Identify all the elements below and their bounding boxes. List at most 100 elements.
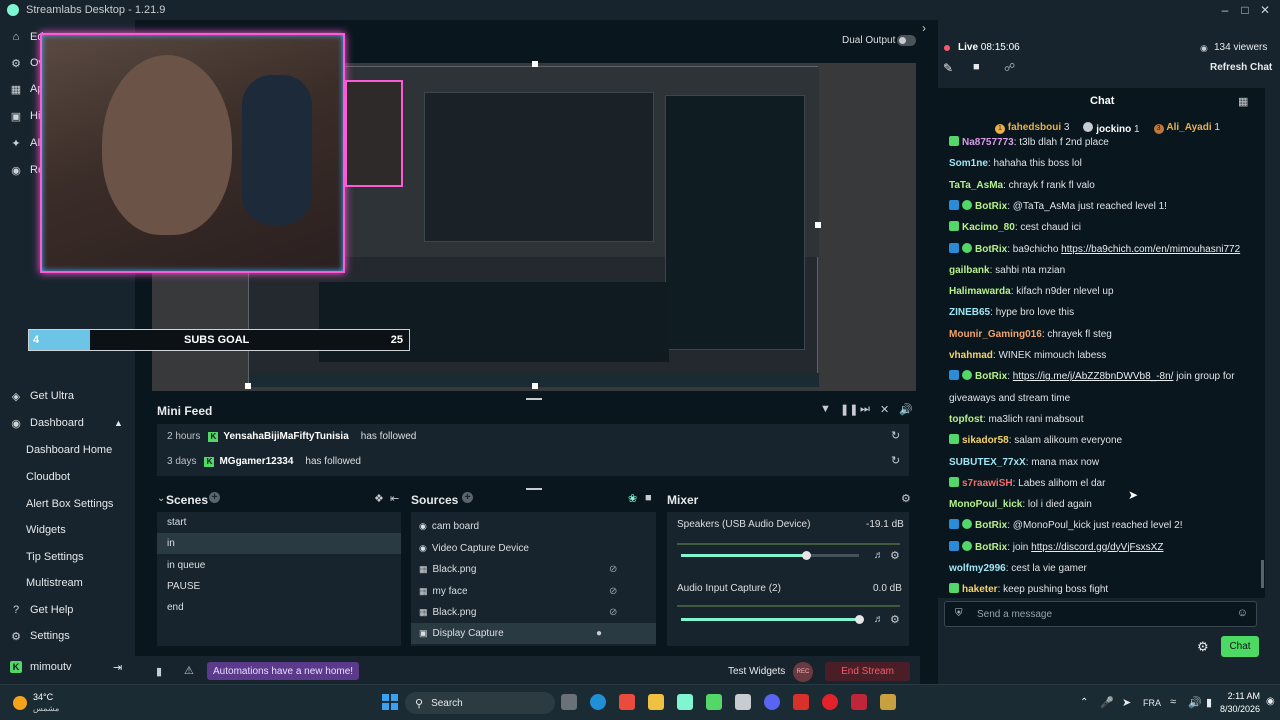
refresh-chat-button[interactable]: Refresh Chat (1210, 62, 1272, 73)
add-scene-button[interactable]: + (209, 492, 220, 503)
end-stream-button[interactable]: End Stream (825, 662, 910, 681)
chat-username[interactable]: BotRix (975, 244, 1007, 255)
microphone-icon[interactable]: 🎤 (1100, 696, 1114, 709)
resize-handle[interactable] (526, 488, 542, 490)
hidden-eye-icon[interactable]: ⊘ (609, 586, 617, 597)
chat-username[interactable]: TaTa_AsMa (949, 180, 1003, 191)
collapse-icon[interactable]: ⌄ (157, 493, 165, 504)
emoji-icon[interactable]: ☺ (1237, 607, 1248, 619)
chat-input[interactable]: Send a message (977, 609, 1052, 620)
chevron-up-icon[interactable]: ⌃ (1080, 697, 1088, 708)
volume-icon[interactable]: 🔊 (1188, 696, 1202, 709)
source-item[interactable]: ◉ Video Capture Device (411, 538, 656, 559)
volume-slider-knob[interactable] (801, 551, 811, 560)
sidebar-item-dashboard[interactable]: ◉ Dashboard ▲ (0, 412, 135, 434)
automations-banner[interactable]: Automations have a new home! (207, 662, 360, 680)
chat-username[interactable]: wolfmy2996 (949, 563, 1006, 574)
app-icon[interactable] (851, 694, 867, 710)
streamlabs-icon[interactable] (677, 694, 693, 710)
chat-link[interactable]: https://ig.me/j/AbZZ8bnDWVb8_-8n/ (1013, 371, 1174, 382)
opera-icon[interactable] (822, 694, 838, 710)
folder-icon[interactable]: ■ (645, 492, 652, 504)
maximize-button[interactable]: □ (1235, 2, 1255, 18)
minimize-button[interactable]: – (1215, 2, 1235, 18)
scene-item[interactable]: start (157, 512, 401, 533)
skip-icon[interactable]: ⏭ (860, 403, 870, 416)
resize-handle[interactable] (526, 398, 542, 400)
edit-icon[interactable]: ✎ (943, 61, 953, 75)
volume-slider-knob[interactable] (855, 615, 864, 624)
chat-input-box[interactable]: ⛨ Send a message ☺ (944, 601, 1257, 627)
filter-icon[interactable]: ▼ (820, 403, 831, 415)
chat-username[interactable]: Mounir_Gaming016 (949, 329, 1042, 340)
clock-date[interactable]: 8/30/2026 (1210, 704, 1260, 714)
scene-item-selected[interactable]: in (157, 533, 401, 554)
sidebar-item-widgets[interactable]: Widgets (0, 519, 135, 541)
chat-username[interactable]: Halimawarda (949, 286, 1011, 297)
chatgpt-icon[interactable] (735, 694, 751, 710)
chat-username[interactable]: Kacimo_80 (962, 222, 1015, 233)
chat-username[interactable]: BotRix (975, 542, 1007, 553)
store-icon[interactable] (619, 694, 635, 710)
scene-item[interactable]: PAUSE (157, 576, 401, 597)
kick-app-icon[interactable] (706, 694, 722, 710)
webcam-overlay[interactable] (40, 33, 345, 273)
share-icon[interactable]: ☍ (1004, 61, 1015, 74)
chevron-up-icon[interactable]: ▲ (114, 418, 123, 428)
chat-username[interactable]: ZINEB65 (949, 307, 990, 318)
chat-username[interactable]: sikador58 (962, 435, 1009, 446)
weather-temp[interactable]: 34°C (33, 692, 53, 702)
chat-username[interactable]: BotRix (975, 520, 1007, 531)
mixer-settings-icon[interactable]: ⚙ (901, 492, 911, 505)
send-chat-button[interactable]: Chat (1221, 636, 1259, 657)
task-view-icon[interactable] (561, 694, 577, 710)
windows-start-icon[interactable] (382, 694, 398, 710)
language-indicator[interactable]: FRA (1143, 698, 1161, 708)
add-source-button[interactable]: + (462, 492, 473, 503)
discord-icon[interactable] (764, 694, 780, 710)
pause-icon[interactable]: ❚❚ (840, 403, 858, 416)
lock-icon[interactable]: ● (596, 628, 602, 639)
wifi-icon[interactable]: ≈ (1170, 696, 1176, 708)
close-button[interactable]: ✕ (1255, 2, 1275, 18)
scene-item[interactable]: in queue (157, 555, 401, 576)
chat-link[interactable]: https://ba9chich.com/en/mimouhasni772 (1061, 244, 1240, 255)
test-widgets-button[interactable]: Test Widgets (728, 666, 785, 677)
chat-username[interactable]: SUBUTEX_77xX (949, 457, 1026, 468)
gear-icon[interactable]: ⚙ (890, 549, 900, 562)
hidden-eye-icon[interactable]: ⊘ (609, 607, 617, 618)
source-item[interactable]: ▦ Black.png ⊘ (411, 559, 656, 580)
source-item[interactable]: ▦ my face ⊘ (411, 581, 656, 602)
chat-username[interactable]: gailbank (949, 265, 990, 276)
sidebar-item-dashboard-home[interactable]: Dashboard Home (0, 439, 135, 461)
chat-username[interactable]: MonoPoul_kick (949, 499, 1022, 510)
speaker-icon[interactable]: ♬ (874, 550, 884, 561)
source-item-selected[interactable]: ▣ Display Capture ● (411, 623, 656, 644)
transition-icon[interactable]: ⇤ (390, 492, 399, 505)
location-icon[interactable]: ➤ (1122, 696, 1131, 709)
stats-icon[interactable]: ▮ (156, 665, 162, 678)
pin-icon[interactable]: ❖ (374, 492, 384, 505)
scene-item[interactable]: end (157, 597, 401, 618)
chat-username[interactable]: vhahmad (949, 350, 993, 361)
notifications-icon[interactable]: ◉ (1266, 696, 1275, 707)
sidebar-item-get-ultra[interactable]: ◈ Get Ultra (0, 385, 135, 407)
chat-scrollbar[interactable] (1261, 560, 1264, 588)
game-icon[interactable] (880, 694, 896, 710)
chat-link[interactable]: https://discord.gg/dyVjFsxsXZ (1031, 542, 1163, 553)
folder-icon[interactable]: ■ (973, 61, 980, 73)
volume-icon[interactable]: 🔊 (899, 403, 913, 416)
alert-icon[interactable]: ⚠ (184, 664, 194, 677)
gear-icon[interactable]: ⚙ (890, 613, 900, 626)
recorder-icon[interactable] (793, 694, 809, 710)
clock-time[interactable]: 2:11 AM (1218, 691, 1260, 701)
sidebar-item-get-help[interactable]: ? Get Help (0, 599, 135, 621)
chat-username[interactable]: s7raawiSH (962, 478, 1013, 489)
replay-icon[interactable]: ↻ (891, 454, 900, 467)
hidden-eye-icon[interactable]: ⊘ (609, 564, 617, 575)
sidebar-item-settings[interactable]: ⚙ Settings (0, 625, 135, 647)
chat-username[interactable]: haketer (962, 584, 998, 595)
chat-users-icon[interactable]: ▦ (1238, 95, 1248, 108)
source-effects-icon[interactable]: ❀ (628, 492, 637, 505)
source-item[interactable]: ◉ cam board (411, 516, 656, 537)
